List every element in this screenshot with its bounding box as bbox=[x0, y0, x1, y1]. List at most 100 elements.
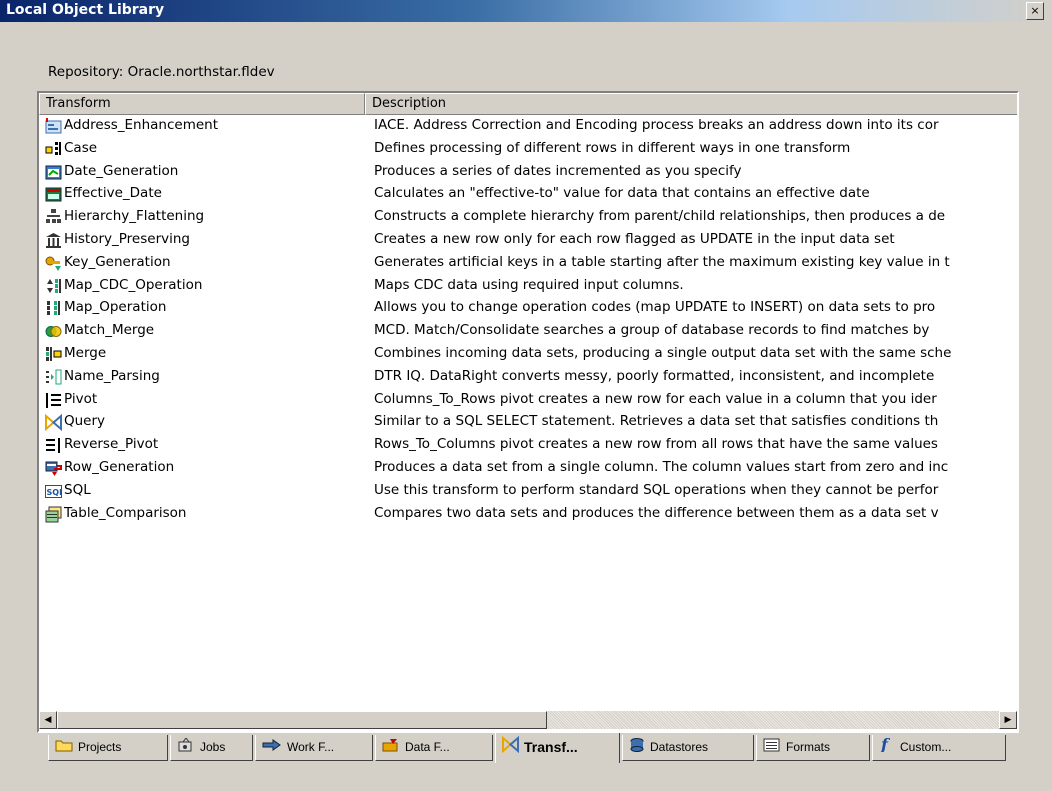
list-item[interactable]: Reverse_Pivot Rows_To_Columns pivot creat… bbox=[39, 434, 1017, 457]
reverse-pivot-icon bbox=[45, 437, 62, 454]
workflow-icon bbox=[262, 736, 282, 760]
list-item[interactable]: History_Preserving Creates a new row only… bbox=[39, 229, 1017, 252]
name-parsing-icon bbox=[45, 369, 62, 386]
column-header-description[interactable]: Description bbox=[365, 93, 1017, 115]
title-bar: Local Object Library bbox=[0, 0, 1052, 22]
window-title: Local Object Library bbox=[6, 2, 165, 18]
svg-text:f: f bbox=[880, 736, 891, 752]
transform-description: Creates a new row only for each row flag… bbox=[374, 230, 895, 247]
list-item[interactable]: Merge Combines incoming data sets, produc… bbox=[39, 343, 1017, 366]
list-rows: Address_Enhancement IACE. Address Correct… bbox=[39, 115, 1017, 526]
transform-name: Address_Enhancement bbox=[64, 117, 219, 133]
scroll-left-button[interactable]: ◀ bbox=[39, 711, 57, 729]
effective-date-icon bbox=[45, 186, 62, 203]
formats-icon bbox=[763, 736, 781, 760]
merge-icon bbox=[45, 346, 62, 363]
list-item[interactable]: Date_Generation Produces a series of date… bbox=[39, 161, 1017, 184]
tab-label: Projects bbox=[78, 740, 122, 754]
svg-text:SQL: SQL bbox=[47, 488, 63, 497]
transform-name: Key_Generation bbox=[64, 253, 171, 270]
case-icon bbox=[45, 141, 62, 158]
tab-work-f[interactable]: Work F... bbox=[255, 735, 373, 761]
transform-name: Table_Comparison bbox=[64, 504, 187, 521]
tab-jobs[interactable]: Jobs bbox=[170, 735, 253, 761]
row-generation-icon bbox=[45, 460, 62, 477]
transform-name: Merge bbox=[64, 344, 107, 361]
list-item[interactable]: Row_Generation Produces a data set from a… bbox=[39, 457, 1017, 480]
transform-description: Defines processing of different rows in … bbox=[374, 139, 851, 156]
tab-bar: Projects Jobs Work F... Data F... Transf... D… bbox=[48, 733, 1010, 763]
list-item[interactable]: Pivot Columns_To_Rows pivot creates a new… bbox=[39, 389, 1017, 412]
scroll-thumb[interactable] bbox=[57, 711, 547, 729]
list-item[interactable]: Table_Comparison Compares two data sets a… bbox=[39, 503, 1017, 526]
transform-description: MCD. Match/Consolidate searches a group … bbox=[374, 322, 930, 339]
repository-label: Repository: Oracle.northstar.fldev bbox=[48, 64, 275, 80]
transform-name: History_Preserving bbox=[64, 230, 190, 247]
transform-description: Calculates an "effective-to" value for d… bbox=[374, 185, 870, 202]
transform-name: Reverse_Pivot bbox=[64, 436, 159, 453]
map-cdc-operation-icon bbox=[45, 278, 62, 295]
column-header-transform[interactable]: Transform bbox=[39, 93, 365, 115]
list-item[interactable]: Map_Operation Allows you to change operat… bbox=[39, 297, 1017, 320]
scroll-right-button[interactable]: ▶ bbox=[999, 711, 1017, 729]
tab-label: Datastores bbox=[650, 740, 709, 754]
dataflow-icon bbox=[382, 736, 400, 760]
close-button[interactable]: × bbox=[1026, 2, 1044, 20]
transform-name: Match_Merge bbox=[64, 322, 155, 339]
horizontal-scrollbar[interactable]: ◀ ▶ bbox=[39, 711, 1017, 729]
folder-icon bbox=[55, 736, 73, 760]
pivot-icon bbox=[45, 392, 62, 409]
tab-projects[interactable]: Projects bbox=[48, 735, 168, 761]
tab-label: Jobs bbox=[200, 740, 226, 754]
transform-name: Hierarchy_Flattening bbox=[64, 208, 205, 225]
transform-name: Query bbox=[64, 413, 106, 430]
hierarchy-flattening-icon bbox=[45, 209, 62, 226]
list-item[interactable]: Name_Parsing DTR IQ. DataRight converts m… bbox=[39, 366, 1017, 389]
tab-label: Custom... bbox=[900, 740, 952, 754]
key-generation-icon bbox=[45, 255, 62, 272]
transform-description: Constructs a complete hierarchy from par… bbox=[374, 208, 946, 225]
transform-description: Columns_To_Rows pivot creates a new row … bbox=[374, 390, 937, 407]
list-item[interactable]: Key_Generation Generates artificial keys … bbox=[39, 252, 1017, 275]
tab-label: Data F... bbox=[405, 740, 450, 754]
list-item[interactable]: Map_CDC_Operation Maps CDC data using req… bbox=[39, 275, 1017, 298]
tab-datastores[interactable]: Datastores bbox=[622, 735, 754, 761]
tab-label: Transf... bbox=[524, 739, 578, 755]
tab-label: Formats bbox=[786, 740, 831, 754]
jobs-icon bbox=[177, 736, 195, 760]
match-merge-icon bbox=[45, 323, 62, 340]
transform-description: Rows_To_Columns pivot creates a new row … bbox=[374, 436, 938, 453]
query-icon bbox=[45, 414, 62, 432]
address-enhancement-icon bbox=[45, 118, 62, 135]
transform-name: Case bbox=[64, 139, 98, 156]
list-item[interactable]: Query Similar to a SQL SELECT statement. … bbox=[39, 411, 1017, 434]
tab-formats[interactable]: Formats bbox=[756, 735, 870, 761]
list-item[interactable]: Effective_Date Calculates an "effective-t… bbox=[39, 183, 1017, 206]
tab-label: Work F... bbox=[287, 740, 335, 754]
transform-description: Use this transform to perform standard S… bbox=[374, 481, 939, 498]
list-header: Transform Description bbox=[39, 93, 1017, 115]
transform-description: Allows you to change operation codes (ma… bbox=[374, 299, 936, 316]
tab-data-f[interactable]: Data F... bbox=[375, 735, 493, 761]
transform-description: Generates artificial keys in a table sta… bbox=[374, 253, 950, 270]
query-icon bbox=[502, 734, 519, 762]
list-item[interactable]: Address_Enhancement IACE. Address Correct… bbox=[39, 115, 1017, 138]
transform-description: DTR IQ. DataRight converts messy, poorly… bbox=[374, 367, 935, 384]
list-item[interactable]: SQLSQL Use this transform to perform stan… bbox=[39, 480, 1017, 503]
tab-custom[interactable]: f Custom... bbox=[872, 735, 1006, 761]
list-item[interactable]: Hierarchy_Flattening Constructs a complet… bbox=[39, 206, 1017, 229]
transform-name: Effective_Date bbox=[64, 185, 162, 202]
history-preserving-icon bbox=[45, 232, 62, 249]
list-item[interactable]: Case Defines processing of different rows… bbox=[39, 138, 1017, 161]
list-item[interactable]: Match_Merge MCD. Match/Consolidate search… bbox=[39, 320, 1017, 343]
sql-icon: SQL bbox=[45, 483, 64, 500]
transform-name: Name_Parsing bbox=[64, 367, 160, 384]
datastore-icon bbox=[629, 736, 645, 760]
transform-list[interactable]: Transform Description Address_Enhancemen… bbox=[37, 91, 1019, 733]
transform-name: SQL bbox=[64, 481, 91, 498]
transform-description: IACE. Address Correction and Encoding pr… bbox=[374, 117, 939, 133]
tab-transf[interactable]: Transf... bbox=[495, 733, 620, 763]
transform-name: Pivot bbox=[64, 390, 98, 407]
transform-description: Produces a data set from a single column… bbox=[374, 458, 949, 475]
transform-description: Compares two data sets and produces the … bbox=[374, 504, 939, 521]
